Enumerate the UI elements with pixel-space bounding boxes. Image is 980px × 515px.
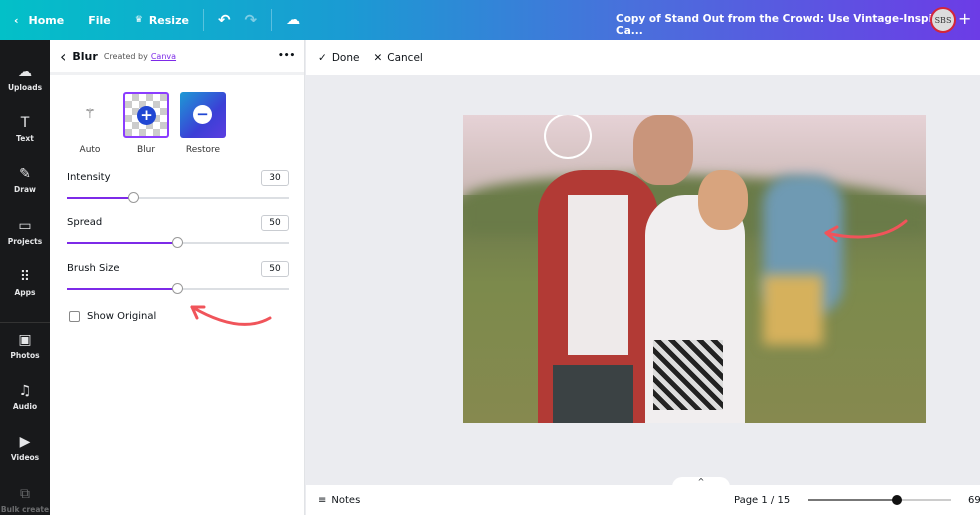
cloud-saved-icon[interactable]: ☁ — [286, 12, 300, 28]
top-bar: ‹ Home File ♛ Resize ↶ ↷ ☁ Copy of Stand O… — [0, 0, 980, 40]
check-icon: ✓ — [318, 51, 327, 64]
divider — [0, 322, 50, 323]
brush-size-label: Brush Size — [67, 263, 120, 274]
sidebar-item-draw[interactable]: ✎ Draw — [0, 166, 50, 194]
chevron-left-icon: ‹ — [14, 13, 19, 27]
sidebar-item-projects[interactable]: ▭ Projects — [0, 218, 50, 246]
sidebar-item-bulk-create[interactable]: ⧉ Bulk create — [0, 486, 50, 514]
restore-brush-icon: − — [180, 92, 226, 138]
more-options-button[interactable]: ••• — [278, 51, 295, 61]
brush-size-value[interactable]: 50 — [261, 261, 289, 277]
home-button[interactable]: ‹ Home — [14, 14, 64, 27]
bottom-bar: ≡ Notes Page 1 / 15 69 — [306, 485, 980, 515]
apps-icon: ⠿ — [19, 269, 31, 285]
checkbox-icon — [69, 311, 80, 322]
done-button[interactable]: ✓ Done — [318, 52, 359, 64]
notes-button[interactable]: ≡ Notes — [318, 495, 360, 506]
brush-cursor — [544, 115, 592, 159]
intensity-value[interactable]: 30 — [261, 170, 289, 186]
close-icon: ✕ — [373, 51, 383, 64]
video-icon: ▶ — [19, 434, 31, 450]
zoom-level[interactable]: 69 — [968, 495, 980, 506]
panel-header: ‹ Blur Created by Canva ••• — [50, 40, 304, 75]
magic-wand-icon: ⚚ — [84, 107, 96, 122]
brush-size-slider[interactable] — [67, 283, 289, 294]
spread-label: Spread — [67, 217, 103, 228]
blur-tool[interactable]: + Blur — [123, 92, 169, 155]
photo-icon: ▣ — [18, 332, 32, 348]
folder-icon: ▭ — [18, 218, 32, 234]
music-icon: ♫ — [18, 383, 32, 399]
crown-icon: ♛ — [134, 15, 143, 25]
avatar[interactable]: SBS — [930, 7, 956, 33]
file-menu[interactable]: File — [88, 14, 111, 27]
notes-icon: ≡ — [318, 494, 327, 506]
divider — [202, 9, 204, 31]
sidebar: ☁ Uploads T Text ✎ Draw ▭ Projects ⠿ Apps ▣ Ph… — [0, 40, 50, 515]
zoom-slider[interactable] — [808, 495, 951, 505]
sidebar-item-text[interactable]: T Text — [0, 115, 50, 143]
sidebar-item-uploads[interactable]: ☁ Uploads — [0, 64, 50, 92]
blur-brush-icon: + — [123, 92, 169, 138]
undo-icon[interactable]: ↶ — [218, 11, 231, 29]
slider-handle[interactable] — [891, 495, 902, 505]
cancel-button[interactable]: ✕ Cancel — [373, 52, 422, 64]
sidebar-item-apps[interactable]: ⠿ Apps — [0, 269, 50, 297]
add-collaborator-icon[interactable]: + — [958, 9, 971, 28]
arrow-annotation-icon — [190, 305, 272, 326]
auto-tool[interactable]: ⚚ Auto — [67, 92, 113, 155]
show-original-checkbox[interactable]: Show Original — [69, 311, 156, 322]
spread-value[interactable]: 50 — [261, 215, 289, 231]
page-indicator[interactable]: Page 1 / 15 — [734, 495, 790, 506]
slider-handle[interactable] — [128, 192, 139, 203]
arrow-annotation-icon — [824, 219, 908, 243]
sidebar-item-audio[interactable]: ♫ Audio — [0, 383, 50, 411]
edit-toolbar: ✓ Done ✕ Cancel — [306, 40, 980, 75]
sidebar-item-videos[interactable]: ▶ Videos — [0, 434, 50, 462]
resize-button[interactable]: ♛ Resize — [135, 14, 189, 27]
panel-title: Blur — [72, 49, 98, 63]
spread-slider[interactable] — [67, 237, 289, 248]
redo-icon[interactable]: ↷ — [245, 11, 258, 29]
text-icon: T — [20, 115, 30, 131]
intensity-slider[interactable] — [67, 192, 289, 203]
slider-handle[interactable] — [172, 237, 183, 248]
upload-icon: ☁ — [18, 64, 32, 80]
sidebar-item-photos[interactable]: ▣ Photos — [0, 332, 50, 360]
restore-tool[interactable]: − Restore — [180, 92, 226, 155]
back-icon[interactable]: ‹ — [60, 47, 66, 66]
created-by-label: Created by — [103, 51, 148, 61]
blur-panel: ‹ Blur Created by Canva ••• ⚚ Auto + Blur … — [50, 40, 305, 515]
document-title[interactable]: Copy of Stand Out from the Crowd: Use Vi… — [616, 13, 980, 37]
creator-link[interactable]: Canva — [151, 52, 176, 61]
draw-icon: ✎ — [19, 166, 31, 182]
slider-handle[interactable] — [172, 283, 183, 294]
intensity-label: Intensity — [67, 172, 111, 183]
bulk-create-icon: ⧉ — [20, 486, 30, 502]
divider — [271, 9, 273, 31]
canvas-photo[interactable] — [463, 115, 926, 423]
